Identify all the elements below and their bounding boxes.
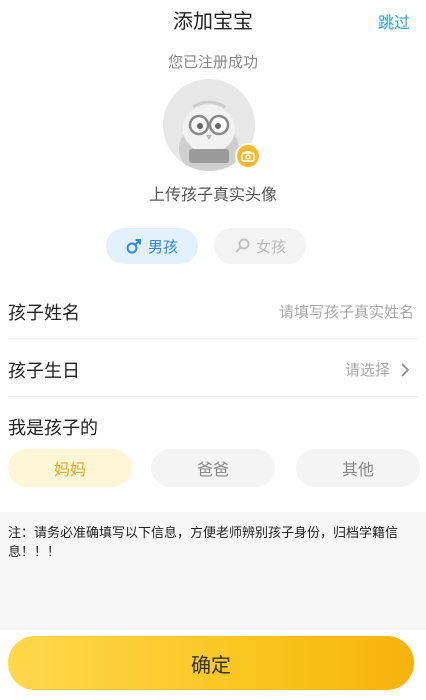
registered-message: 您已注册成功: [167, 53, 258, 71]
upload-avatar-label[interactable]: 上传孩子真实头像: [0, 181, 426, 205]
gender-boy-button[interactable]: 男孩: [106, 228, 198, 264]
note-text: 注：请务必准确填写以下信息，方便老师辨别孩子身份，归档学籍信息！！！: [8, 526, 399, 560]
name-field-label: 孩子姓名: [8, 303, 80, 324]
gender-girl-button[interactable]: 女孩: [214, 228, 306, 264]
name-input[interactable]: 请填写孩子真实姓名: [279, 301, 414, 322]
camera-icon: [241, 151, 255, 162]
birthday-field-label: 孩子生日: [8, 361, 80, 382]
header: 添加宝宝 跳过: [0, 0, 426, 40]
relation-label: 我是孩子的: [8, 418, 98, 439]
skip-button[interactable]: 跳过: [378, 9, 410, 33]
confirm-button[interactable]: 确定: [8, 636, 414, 690]
birthday-select[interactable]: 请选择: [345, 359, 414, 380]
relation-mom-button[interactable]: 妈妈: [8, 449, 132, 487]
birthday-field-row[interactable]: 孩子生日 请选择: [0, 341, 426, 397]
gender-boy-label: 男孩: [147, 237, 178, 256]
relation-dad-button[interactable]: 爸爸: [151, 449, 275, 487]
camera-badge[interactable]: [235, 143, 261, 169]
birthday-placeholder: 请选择: [344, 361, 390, 379]
male-icon: [126, 239, 141, 254]
female-icon: [235, 238, 250, 253]
divider: [8, 396, 418, 397]
name-field-row[interactable]: 孩子姓名 请填写孩子真实姓名: [0, 283, 426, 339]
divider: [8, 338, 418, 339]
chevron-right-icon: [401, 362, 410, 377]
gender-girl-label: 女孩: [255, 237, 286, 256]
avatar-upload[interactable]: [163, 79, 261, 171]
relation-other-button[interactable]: 其他: [296, 449, 420, 487]
page-title: 添加宝宝: [173, 9, 253, 33]
note-area: 注：请务必准确填写以下信息，方便老师辨别孩子身份，归档学籍信息！！！: [0, 512, 426, 630]
